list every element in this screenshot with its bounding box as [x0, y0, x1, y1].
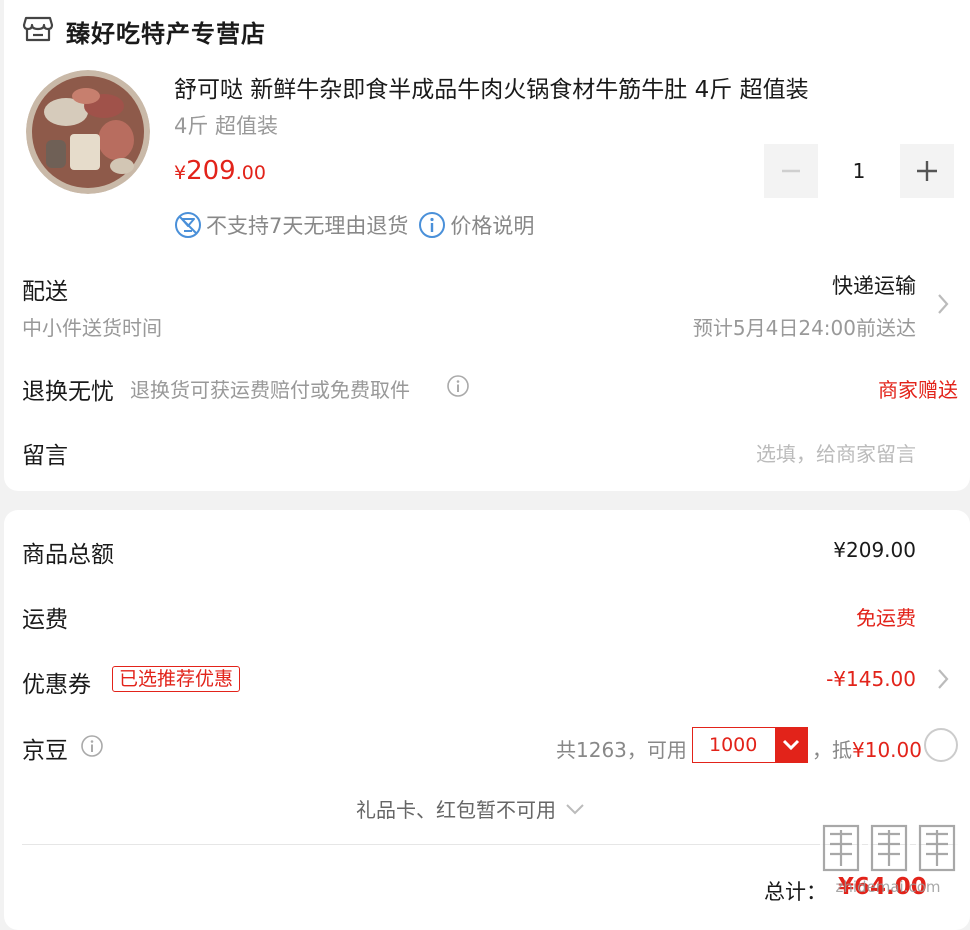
exchange-info-icon[interactable] — [446, 374, 470, 398]
coupon-value[interactable]: -¥145.00 — [826, 667, 916, 691]
decrease-button[interactable] — [764, 144, 818, 198]
quantity-stepper: 1 — [764, 144, 958, 198]
coupon-label: 优惠券 — [22, 672, 91, 698]
minus-icon — [782, 169, 800, 173]
beans-available: 共1263，可用 — [556, 738, 687, 762]
beans-deduct-prefix: ，抵 — [812, 738, 852, 762]
delivery-estimate[interactable]: 预计5月4日24:00前送达 — [693, 312, 916, 341]
message-input[interactable]: 选填，给商家留言 — [756, 438, 916, 467]
coupon-chevron-right-icon[interactable] — [936, 667, 950, 691]
beans-deduct-value: ¥10.00 — [852, 738, 922, 762]
product-title[interactable]: 舒可哒 新鲜牛杂即食半成品牛肉火锅食材牛筋牛肚 4斤 超值装 — [174, 70, 809, 104]
price-integer: 209 — [186, 156, 236, 186]
beans-use-radio[interactable] — [924, 728, 958, 762]
no-return-tag: 不支持7天无理由退货 — [206, 214, 409, 238]
chevron-down-icon — [782, 739, 800, 751]
beans-select[interactable]: 1000 — [692, 727, 808, 763]
beans-selected-value: 1000 — [709, 734, 758, 756]
product-price: ¥209.00 — [174, 156, 266, 186]
beans-label: 京豆 — [22, 738, 68, 764]
delivery-label: 配送 — [22, 279, 68, 305]
delivery-chevron-right-icon[interactable] — [936, 292, 950, 316]
chevron-down-icon — [566, 803, 584, 814]
message-label: 留言 — [22, 443, 68, 469]
shipping-label: 运费 — [22, 607, 68, 633]
beans-dropdown-arrow[interactable] — [775, 728, 807, 762]
price-decimal: .00 — [235, 162, 266, 184]
giftcard-note-text: 礼品卡、红包暂不可用 — [356, 798, 556, 822]
store-icon — [22, 16, 54, 42]
svg-text:zhidemai.com: zhidemai.com — [835, 878, 940, 896]
beans-deduct: ，抵¥10.00 — [812, 734, 922, 763]
price-symbol: ¥ — [174, 162, 187, 184]
coupon-badge-text: 已选推荐优惠 — [112, 666, 241, 692]
beans-info-icon[interactable] — [80, 734, 104, 758]
shipping-value: 免运费 — [856, 606, 916, 630]
info-icon — [419, 212, 446, 238]
delivery-method[interactable]: 快递运输 — [832, 270, 916, 300]
product-tags: 不支持7天无理由退货 价格说明 — [174, 210, 534, 240]
product-spec: 4斤 超值装 — [174, 114, 279, 138]
store-name[interactable]: 臻好吃特产专营店 — [66, 14, 266, 49]
delivery-sub: 中小件送货时间 — [22, 316, 162, 340]
quantity-value[interactable]: 1 — [818, 144, 900, 198]
increase-button[interactable] — [900, 144, 954, 198]
goods-total-label: 商品总额 — [22, 542, 114, 568]
exchange-desc: 退换货可获运费赔付或免费取件 — [130, 378, 410, 402]
exchange-value: 商家赠送 — [878, 378, 958, 402]
product-image[interactable] — [26, 70, 150, 194]
goods-total-value: ¥209.00 — [833, 538, 916, 562]
giftcard-note[interactable]: 礼品卡、红包暂不可用 — [356, 794, 586, 823]
no-return-icon — [175, 212, 201, 238]
plus-icon — [917, 161, 937, 181]
coupon-badge: 已选推荐优惠 — [112, 666, 241, 692]
watermark-logo: zhidemai.com — [816, 818, 962, 902]
price-explanation-link[interactable]: 价格说明 — [450, 210, 534, 240]
exchange-label: 退换无忧 — [22, 379, 114, 405]
